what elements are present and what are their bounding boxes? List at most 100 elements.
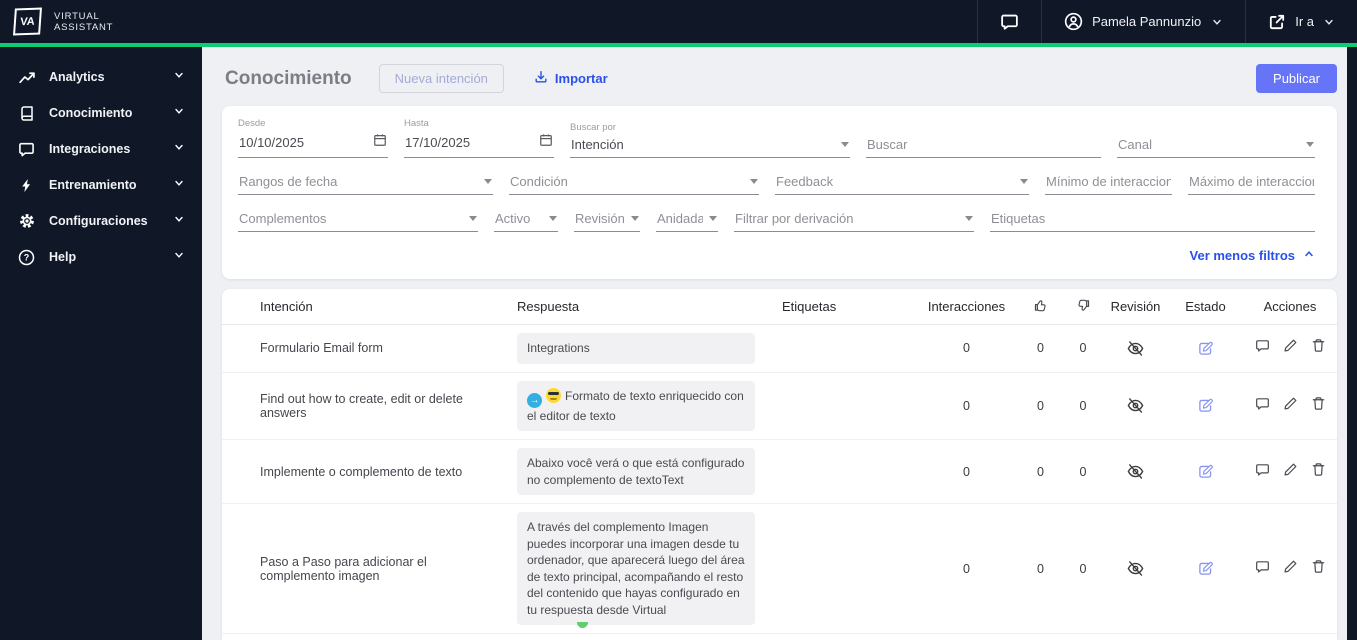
comment-action-icon[interactable] xyxy=(1255,396,1270,416)
filter-condition-select[interactable]: Condición xyxy=(509,172,759,195)
topbar-user-menu[interactable]: Pamela Pannunzio xyxy=(1041,0,1245,43)
dislikes-count: 0 xyxy=(1079,464,1087,479)
intent-cell[interactable]: Paso a Paso para adicionar el complement… xyxy=(222,555,512,583)
sidebar-item-configuraciones[interactable]: Configuraciones xyxy=(0,203,202,239)
delete-action-icon[interactable] xyxy=(1311,338,1326,358)
sidebar-item-help[interactable]: ? Help xyxy=(0,239,202,275)
delete-action-icon[interactable] xyxy=(1311,396,1326,416)
filter-channel-select[interactable]: Canal xyxy=(1117,122,1315,158)
chat-bubble-icon xyxy=(17,141,36,158)
eye-off-icon[interactable] xyxy=(1127,463,1144,480)
actions-cell xyxy=(1243,462,1337,482)
main-content: Conocimiento Nueva intención Importar Pu… xyxy=(202,47,1347,640)
filter-feedback-select[interactable]: Feedback xyxy=(775,172,1029,195)
user-circle-icon xyxy=(1064,12,1083,31)
edit-square-icon[interactable] xyxy=(1198,339,1213,356)
filter-min-interactions-input[interactable]: Mínimo de interacciones xyxy=(1045,172,1172,195)
eye-off-icon[interactable] xyxy=(1127,397,1144,414)
edit-square-icon[interactable] xyxy=(1198,463,1213,480)
caret-down-icon xyxy=(1306,142,1314,147)
edit-action-icon[interactable] xyxy=(1283,396,1298,416)
chevron-down-icon xyxy=(173,248,185,266)
filter-addons-select[interactable]: Complementos xyxy=(238,209,478,232)
sidebar-item-label: Help xyxy=(49,250,77,264)
date-from-value: 10/10/2025 xyxy=(239,135,305,150)
filter-date-ranges-select[interactable]: Rangos de fecha xyxy=(238,172,493,195)
field-label: Hasta xyxy=(404,118,429,129)
eye-off-icon[interactable] xyxy=(1127,560,1144,577)
filter-max-interactions-input[interactable]: Máximo de interacciones xyxy=(1188,172,1315,195)
caret-down-icon xyxy=(1020,179,1028,184)
topbar-chat-button[interactable] xyxy=(977,0,1041,43)
filter-search-input[interactable]: Buscar xyxy=(866,122,1101,158)
sidebar-item-label: Analytics xyxy=(49,70,105,84)
comment-action-icon[interactable] xyxy=(1255,559,1270,579)
likes-count: 0 xyxy=(1037,341,1044,356)
revision-cell xyxy=(1103,560,1168,578)
thumbs-up-icon xyxy=(1018,298,1063,316)
calendar-icon[interactable] xyxy=(539,133,553,152)
import-button[interactable]: Importar xyxy=(534,70,608,87)
eye-off-icon[interactable] xyxy=(1127,339,1144,356)
brand-line-1: VIRTUAL xyxy=(54,10,100,22)
response-preview[interactable]: Integrations xyxy=(517,333,755,364)
thumbs-down-icon xyxy=(1063,298,1103,316)
delete-action-icon[interactable] xyxy=(1311,559,1326,579)
filter-revision-select[interactable]: Revisión xyxy=(574,209,640,232)
filter-date-to[interactable]: Hasta 17/10/2025 xyxy=(404,118,554,158)
intent-cell[interactable]: Find out how to create, edit or delete a… xyxy=(222,392,512,420)
edit-action-icon[interactable] xyxy=(1283,559,1298,579)
edit-action-icon[interactable] xyxy=(1283,338,1298,358)
actions-cell xyxy=(1243,396,1337,416)
response-cell: Integrations xyxy=(512,333,770,364)
page-title: Conocimiento xyxy=(225,67,352,89)
edit-square-icon[interactable] xyxy=(1198,560,1213,577)
response-preview[interactable]: Abaixo você verá o que está configurado … xyxy=(517,448,755,495)
dislikes-count: 0 xyxy=(1079,398,1087,413)
sidebar-item-analytics[interactable]: Analytics xyxy=(0,59,202,95)
filter-derivation-select[interactable]: Filtrar por derivación xyxy=(734,209,974,232)
caret-down-icon xyxy=(841,142,849,147)
topbar-goto-menu[interactable]: Ir a xyxy=(1245,0,1357,43)
table-row: Implemente o complemento de texto Abaixo… xyxy=(222,440,1337,504)
delete-action-icon[interactable] xyxy=(1311,462,1326,482)
sidebar-item-entrenamiento[interactable]: Entrenamiento xyxy=(0,167,202,203)
likes-count: 0 xyxy=(1037,398,1044,413)
response-preview[interactable]: → Formato de texto enriquecido con el edi… xyxy=(517,380,755,431)
edit-action-icon[interactable] xyxy=(1283,462,1298,482)
revision-cell xyxy=(1103,463,1168,481)
filter-date-from[interactable]: Desde 10/10/2025 xyxy=(238,118,388,158)
calendar-icon[interactable] xyxy=(373,133,387,152)
response-preview[interactable]: A través del complemento Imagen puedes i… xyxy=(517,512,755,628)
intent-cell[interactable]: Formulario Email form xyxy=(222,341,512,355)
interactions-count: 0 xyxy=(963,561,970,576)
sidebar-item-label: Integraciones xyxy=(49,142,131,156)
sunglasses-emoji xyxy=(546,387,561,403)
table-row: Find out how to create, edit or delete a… xyxy=(222,373,1337,440)
filter-active-select[interactable]: Activo xyxy=(494,209,558,232)
filter-nested-select[interactable]: Anidadas xyxy=(656,209,718,232)
likes-count: 0 xyxy=(1037,464,1044,479)
chevron-down-icon xyxy=(173,212,185,230)
new-intent-button[interactable]: Nueva intención xyxy=(378,64,504,93)
date-to-value: 17/10/2025 xyxy=(405,135,471,150)
col-header-revision: Revisión xyxy=(1110,299,1161,314)
edit-square-icon[interactable] xyxy=(1198,397,1213,414)
intent-cell[interactable]: Implemente o complemento de texto xyxy=(222,465,512,479)
chat-bubble-icon xyxy=(1000,12,1019,31)
virtual-assistant-app: VA VIRTUAL ASSISTANT Pamela Pannunzio Ir… xyxy=(0,0,1357,640)
sidebar-item-integraciones[interactable]: Integraciones xyxy=(0,131,202,167)
comment-action-icon[interactable] xyxy=(1255,338,1270,358)
sidebar-item-label: Conocimiento xyxy=(49,106,133,120)
app-logo: VA VIRTUAL ASSISTANT xyxy=(0,7,113,36)
sidebar-item-conocimiento[interactable]: Conocimiento xyxy=(0,95,202,131)
filter-tags-input[interactable]: Etiquetas xyxy=(990,209,1315,232)
toggle-filters-link[interactable]: Ver menos filtros xyxy=(1190,248,1315,263)
col-header-tags: Etiquetas xyxy=(782,299,837,314)
gear-icon xyxy=(17,212,36,230)
publish-button[interactable]: Publicar xyxy=(1256,64,1337,93)
comment-action-icon[interactable] xyxy=(1255,462,1270,482)
external-link-icon xyxy=(1268,13,1286,31)
filter-search-by-select[interactable]: Buscar por Intención xyxy=(570,122,850,158)
user-name: Pamela Pannunzio xyxy=(1092,14,1202,29)
